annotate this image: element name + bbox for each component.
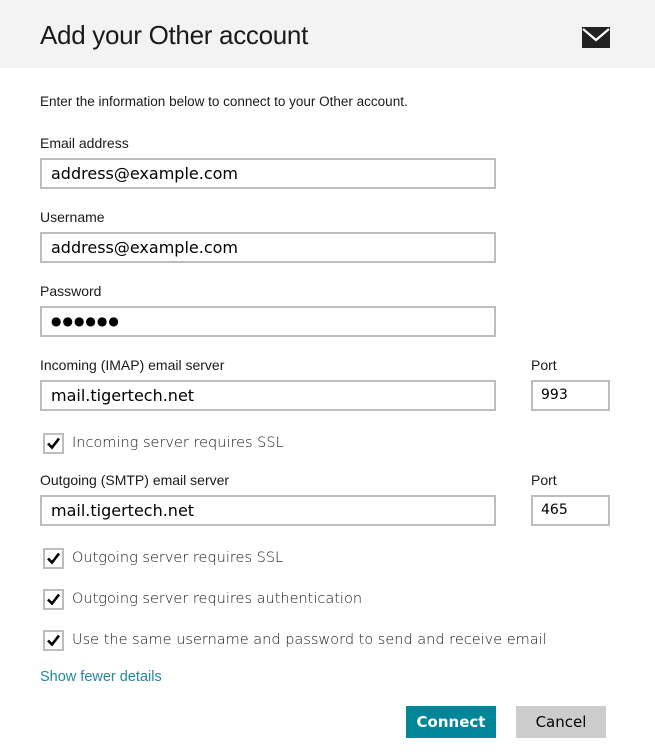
checkmark-icon	[47, 634, 61, 646]
outgoing-port-field[interactable]: 465	[531, 495, 610, 526]
same-credentials-checkbox-row[interactable]: Use the same username and password to se…	[43, 629, 547, 651]
dialog-header: Add your Other account	[0, 0, 655, 68]
cancel-button[interactable]: Cancel	[516, 706, 606, 738]
password-field[interactable]: ●●●●●●	[40, 306, 496, 337]
outgoing-ssl-checkbox[interactable]	[43, 547, 64, 569]
incoming-port-field[interactable]: 993	[531, 380, 610, 411]
outgoing-auth-checkbox[interactable]	[43, 588, 64, 610]
outgoing-auth-checkbox-row[interactable]: Outgoing server requires authentication	[43, 588, 362, 610]
checkmark-icon	[47, 552, 61, 564]
username-label: Username	[40, 209, 105, 225]
incoming-port-label: Port	[531, 357, 557, 373]
email-field[interactable]: address@example.com	[40, 158, 496, 189]
incoming-ssl-checkbox[interactable]	[43, 432, 64, 454]
outgoing-port-label: Port	[531, 472, 557, 488]
connect-button[interactable]: Connect	[406, 706, 496, 738]
password-label: Password	[40, 283, 102, 299]
intro-text: Enter the information below to connect t…	[40, 94, 408, 109]
username-field[interactable]: address@example.com	[40, 232, 496, 263]
outgoing-auth-label: Outgoing server requires authentication	[72, 591, 363, 607]
incoming-server-field[interactable]: mail.tigertech.net	[40, 380, 496, 411]
dialog-title: Add your Other account	[40, 20, 308, 50]
checkmark-icon	[47, 437, 61, 449]
incoming-ssl-checkbox-row[interactable]: Incoming server requires SSL	[43, 432, 284, 454]
outgoing-ssl-checkbox-row[interactable]: Outgoing server requires SSL	[43, 547, 283, 569]
outgoing-server-label: Outgoing (SMTP) email server	[40, 472, 230, 488]
same-credentials-label: Use the same username and password to se…	[72, 632, 547, 648]
outgoing-server-field[interactable]: mail.tigertech.net	[40, 495, 496, 526]
checkmark-icon	[47, 593, 61, 605]
mail-envelope-icon	[582, 27, 610, 48]
incoming-server-label: Incoming (IMAP) email server	[40, 357, 225, 373]
same-credentials-checkbox[interactable]	[43, 629, 64, 651]
incoming-ssl-label: Incoming server requires SSL	[72, 435, 284, 451]
outgoing-ssl-label: Outgoing server requires SSL	[72, 550, 284, 566]
show-fewer-details-link[interactable]: Show fewer details	[40, 669, 162, 685]
email-label: Email address	[40, 135, 129, 151]
